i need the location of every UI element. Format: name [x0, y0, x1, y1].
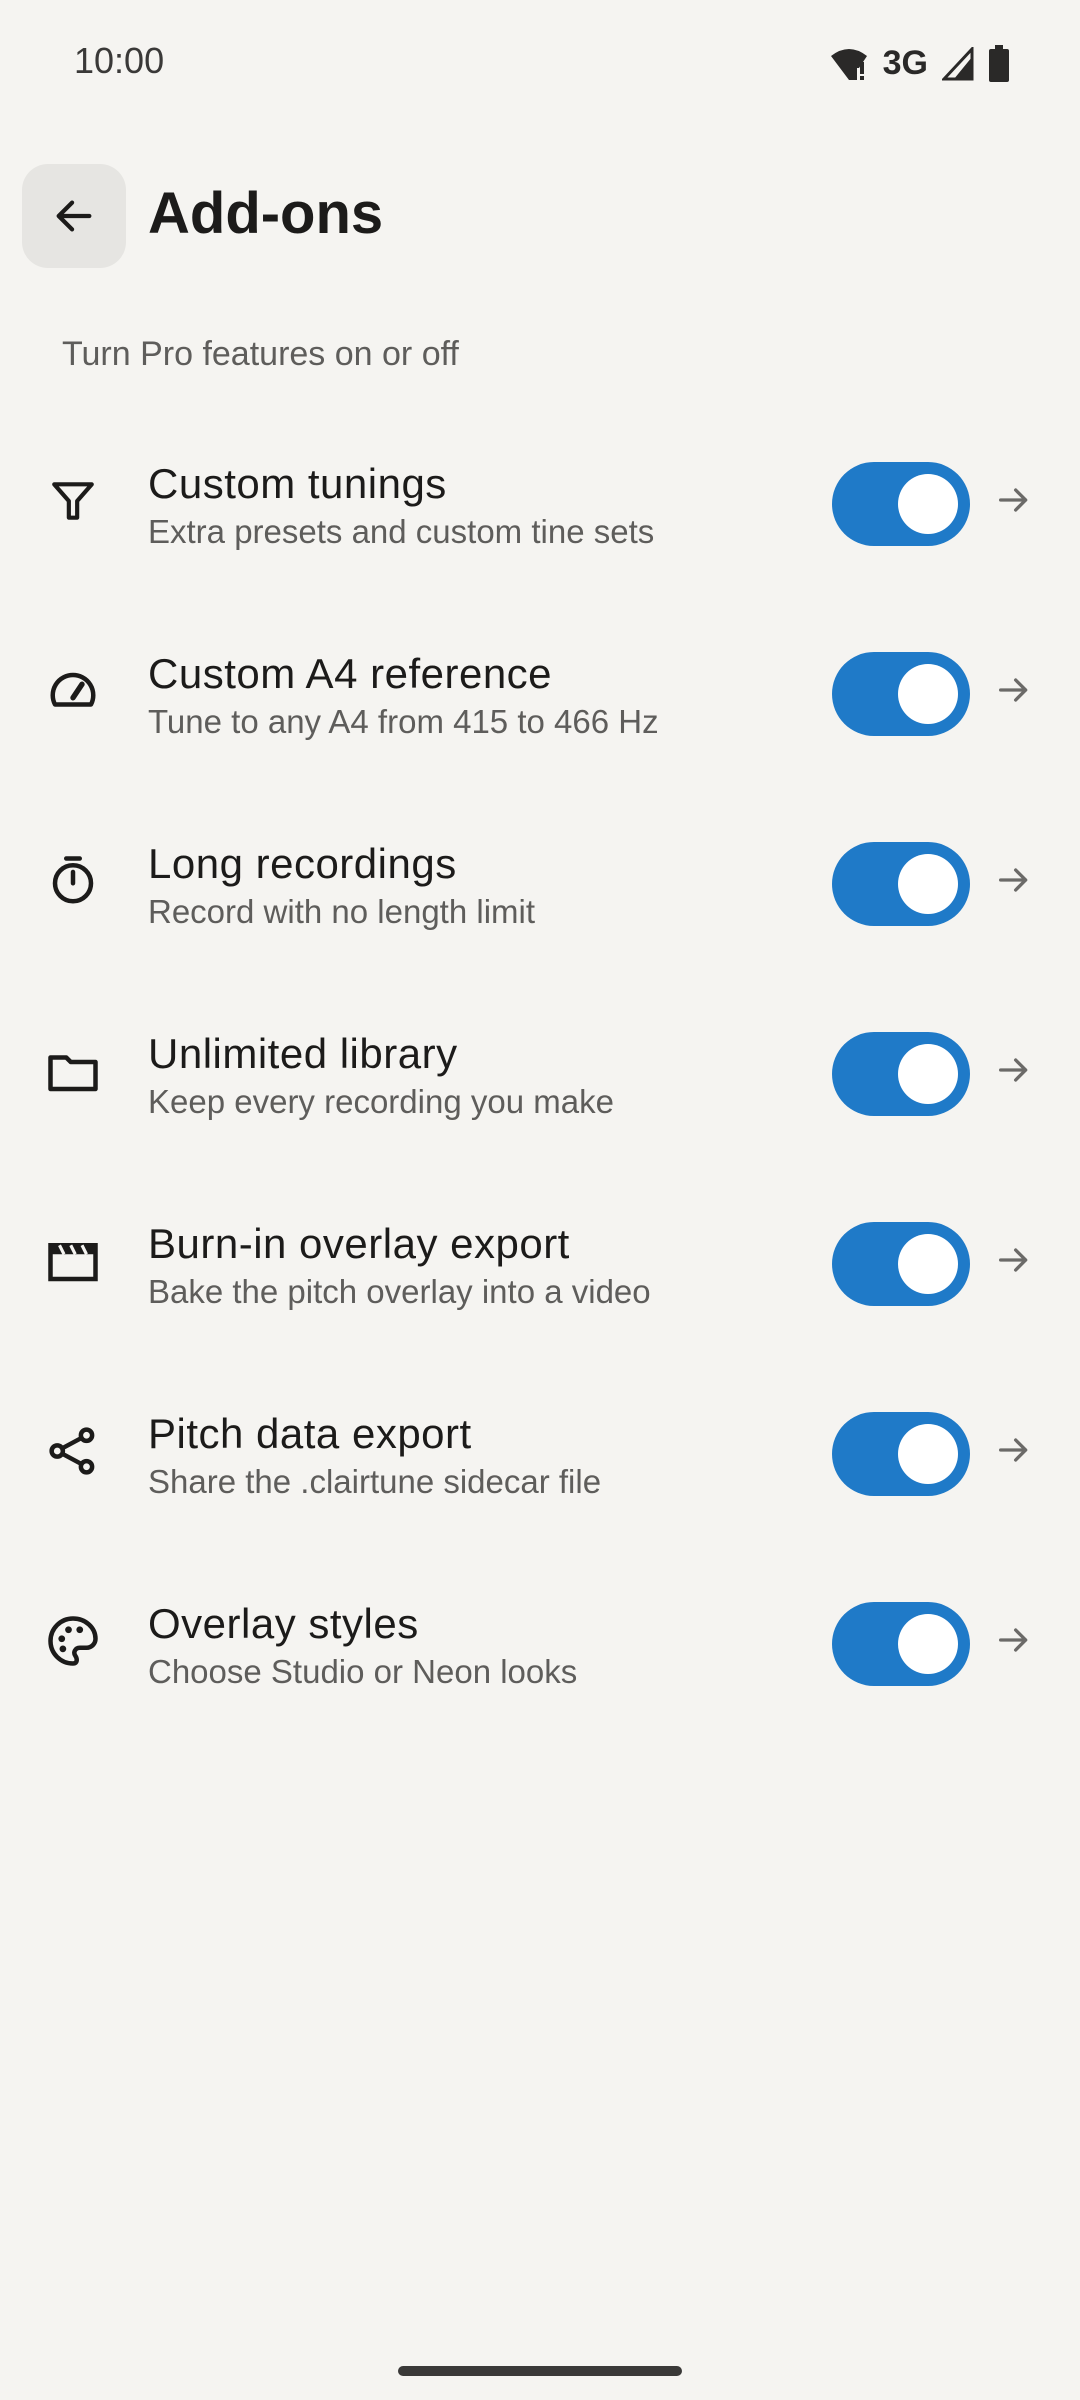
page-subtitle: Turn Pro features on or off [62, 335, 459, 373]
addon-title: Long recordings [148, 840, 457, 887]
home-indicator[interactable] [398, 2366, 682, 2376]
addon-title: Overlay styles [148, 1600, 419, 1647]
addon-row-custom-a4-reference[interactable]: Custom A4 reference Tune to any A4 from … [0, 620, 1080, 810]
addon-toggle[interactable] [832, 652, 970, 736]
addon-text: Overlay styles Choose Studio or Neon loo… [148, 1598, 577, 1694]
toggle-thumb [898, 1614, 958, 1674]
back-button[interactable] [22, 164, 126, 268]
addon-title: Custom A4 reference [148, 650, 553, 697]
addon-text: Custom tunings Extra presets and custom … [148, 458, 654, 554]
status-time: 10:00 [74, 40, 165, 81]
addon-toggle[interactable] [832, 1032, 970, 1116]
addon-row-custom-tunings[interactable]: Custom tunings Extra presets and custom … [0, 430, 1080, 620]
addon-row-pitch-data-export[interactable]: Pitch data export Share the .clairtune s… [0, 1380, 1080, 1570]
toggle-thumb [898, 1424, 958, 1484]
arrow-right-icon[interactable] [994, 860, 1034, 900]
palette-icon [44, 1612, 102, 1670]
addon-description: Bake the pitch overlay into a video [148, 1273, 651, 1310]
addon-description: Record with no length limit [148, 893, 536, 930]
network-type: 3G [882, 44, 928, 82]
addon-toggle[interactable] [832, 1412, 970, 1496]
addon-toggle[interactable] [832, 842, 970, 926]
toggle-thumb [898, 474, 958, 534]
addon-description: Keep every recording you make [148, 1083, 614, 1120]
addon-text: Long recordings Record with no length li… [148, 838, 535, 934]
addon-title: Custom tunings [148, 460, 447, 507]
signal-icon [942, 46, 974, 80]
addon-toggle[interactable] [832, 1602, 970, 1686]
clapperboard-icon [44, 1232, 102, 1290]
arrow-right-icon[interactable] [994, 1430, 1034, 1470]
wifi-alert-icon [830, 48, 867, 80]
arrow-right-icon[interactable] [994, 1050, 1034, 1090]
gauge-icon [44, 662, 102, 720]
toggle-thumb [898, 1234, 958, 1294]
arrow-right-icon[interactable] [994, 670, 1034, 710]
addon-row-burn-in-overlay-export[interactable]: Burn-in overlay export Bake the pitch ov… [0, 1190, 1080, 1380]
addon-toggle[interactable] [832, 1222, 970, 1306]
battery-icon [989, 44, 1009, 82]
addon-description: Extra presets and custom tine sets [148, 513, 655, 550]
arrow-right-icon[interactable] [994, 1240, 1034, 1280]
folder-icon [44, 1042, 102, 1100]
addon-title: Burn-in overlay export [148, 1220, 570, 1267]
arrow-right-icon[interactable] [994, 480, 1034, 520]
addon-title: Unlimited library [148, 1030, 458, 1077]
addon-row-unlimited-library[interactable]: Unlimited library Keep every recording y… [0, 1000, 1080, 1190]
addon-description: Share the .clairtune sidecar file [148, 1463, 602, 1500]
arrow-left-icon [56, 200, 92, 232]
addon-toggle[interactable] [832, 462, 970, 546]
page-title: Add-ons [148, 181, 384, 246]
filter-icon [44, 472, 102, 530]
addon-list: Custom tunings Extra presets and custom … [0, 430, 1080, 1760]
addon-row-long-recordings[interactable]: Long recordings Record with no length li… [0, 810, 1080, 1000]
addon-text: Pitch data export Share the .clairtune s… [148, 1408, 601, 1504]
toggle-thumb [898, 664, 958, 724]
toggle-thumb [898, 854, 958, 914]
status-bar: 10:00 3G [0, 0, 1080, 130]
share-icon [44, 1422, 102, 1480]
status-icons: 3G [829, 44, 1010, 83]
timer-icon [44, 852, 102, 910]
addon-text: Custom A4 reference Tune to any A4 from … [148, 648, 659, 744]
arrow-right-icon[interactable] [994, 1620, 1034, 1660]
addon-row-overlay-styles[interactable]: Overlay styles Choose Studio or Neon loo… [0, 1570, 1080, 1760]
app-bar: Add-ons [0, 160, 1080, 270]
addon-description: Tune to any A4 from 415 to 466 Hz [148, 703, 659, 740]
addon-text: Unlimited library Keep every recording y… [148, 1028, 614, 1124]
addon-title: Pitch data export [148, 1410, 472, 1457]
addon-text: Burn-in overlay export Bake the pitch ov… [148, 1218, 651, 1314]
addon-description: Choose Studio or Neon looks [148, 1653, 578, 1690]
toggle-thumb [898, 1044, 958, 1104]
